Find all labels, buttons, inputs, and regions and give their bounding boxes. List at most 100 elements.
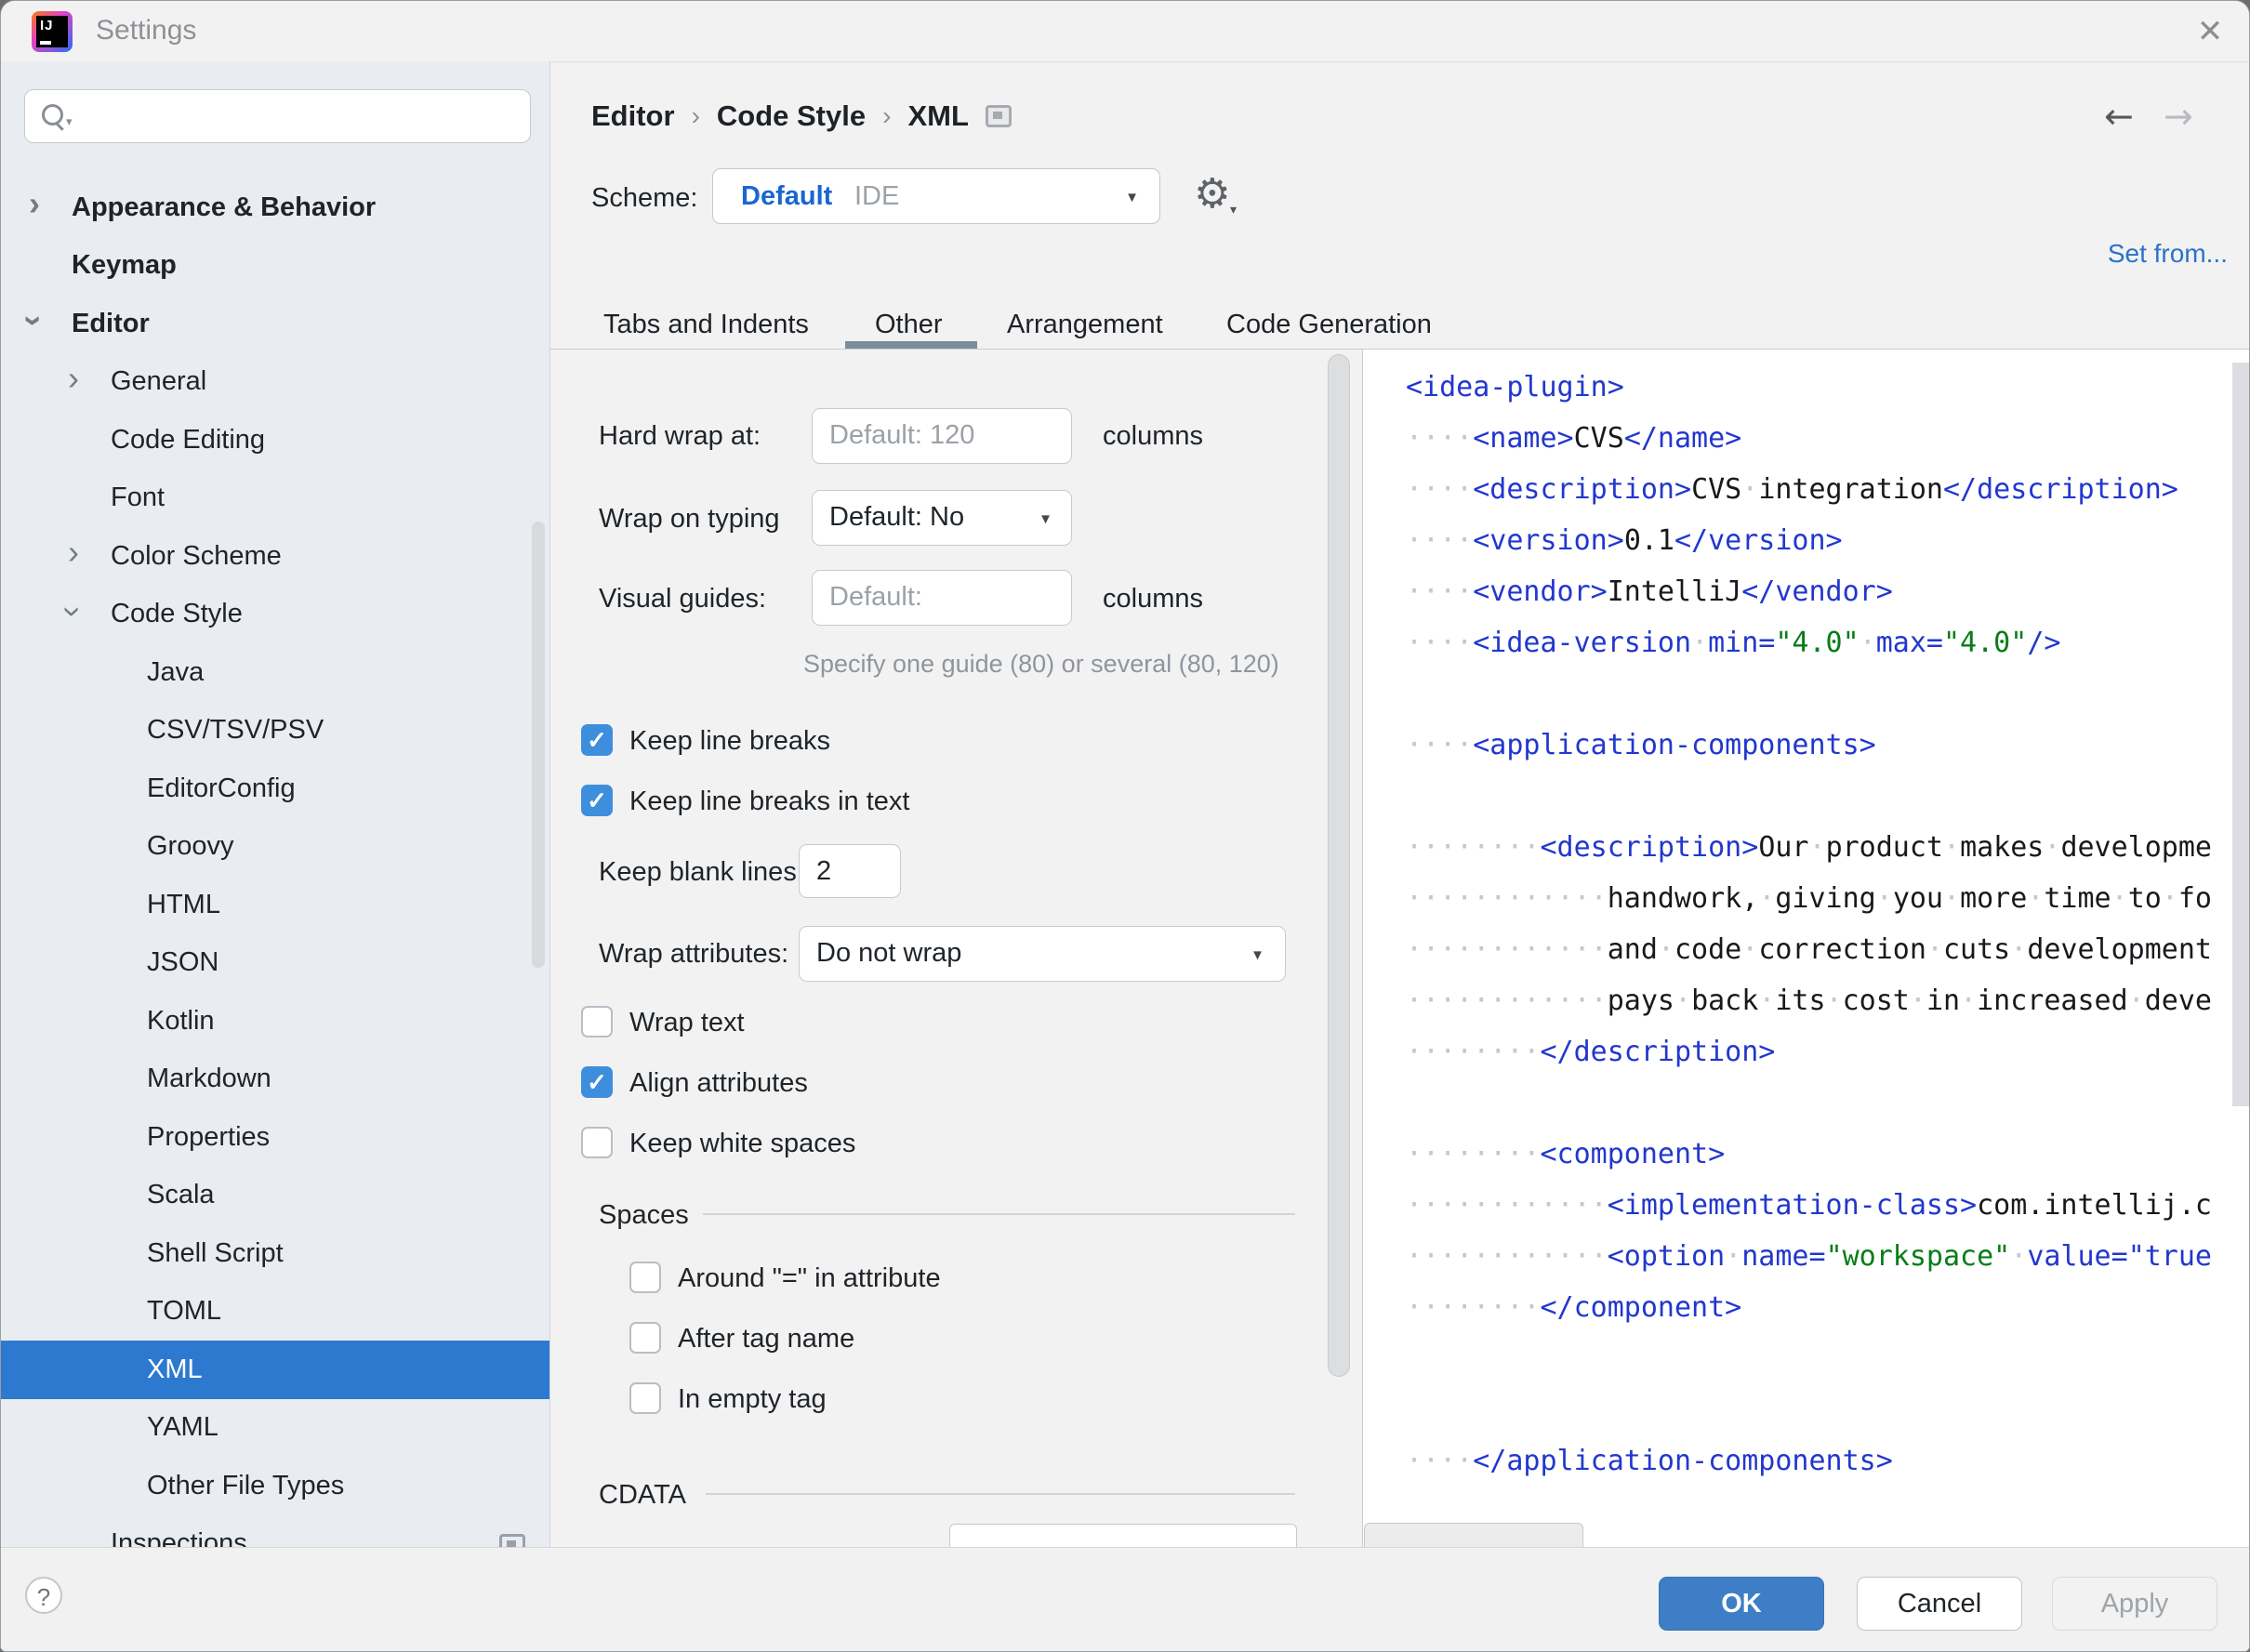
- breadcrumb-xml[interactable]: XML: [907, 99, 968, 133]
- cdata-partial-control[interactable]: [949, 1524, 1297, 1548]
- scheme-select[interactable]: Default IDE ▼: [712, 168, 1160, 224]
- app-icon: IJ: [32, 11, 73, 52]
- keep-blank-lines-label: Keep blank lines:: [599, 857, 804, 888]
- help-icon[interactable]: ?: [25, 1577, 62, 1614]
- keep-blank-lines-input[interactable]: 2: [799, 844, 901, 898]
- sidebar-item-other-file-types[interactable]: Other File Types: [1, 1457, 549, 1515]
- sidebar-item-scala[interactable]: Scala: [1, 1167, 549, 1225]
- visual-guides-input[interactable]: Default:: [812, 570, 1072, 626]
- tab-tabs-and-indents[interactable]: Tabs and Indents: [603, 310, 809, 340]
- sidebar-item-label: HTML: [147, 890, 220, 920]
- sidebar-scrollbar[interactable]: [532, 522, 545, 968]
- sidebar-item-label: Java: [147, 657, 204, 688]
- breadcrumb-code-style[interactable]: Code Style: [717, 99, 866, 133]
- sidebar-item-kotlin[interactable]: Kotlin: [1, 992, 549, 1051]
- breadcrumb-editor[interactable]: Editor: [591, 99, 675, 133]
- sidebar-item-label: YAML: [147, 1412, 218, 1443]
- sidebar-item-appearance-behavior[interactable]: › Appearance & Behavior: [1, 178, 549, 237]
- code-line: [1406, 1384, 2212, 1435]
- sidebar-item-toml[interactable]: TOML: [1, 1283, 549, 1341]
- tab-code-generation[interactable]: Code Generation: [1226, 310, 1432, 340]
- tab-arrangement[interactable]: Arrangement: [1007, 310, 1163, 340]
- tab-other[interactable]: Other: [875, 310, 943, 340]
- checkbox-unchecked-icon: [629, 1322, 661, 1354]
- code-line: ····<application-components>: [1406, 720, 2212, 771]
- sidebar-item-label: Markdown: [147, 1064, 271, 1094]
- code-preview-panel: <idea-plugin>····<name>CVS</name>····<de…: [1362, 350, 2250, 1547]
- sidebar-item-html[interactable]: HTML: [1, 876, 549, 934]
- panel-icon[interactable]: [986, 105, 1012, 127]
- cancel-button[interactable]: Cancel: [1857, 1577, 2022, 1631]
- sidebar-item-shell-script[interactable]: Shell Script: [1, 1224, 549, 1283]
- sidebar: ▾ › Appearance & Behavior Keymap › Editor ›Ge…: [1, 61, 550, 1547]
- sidebar-item-editorconfig[interactable]: EditorConfig: [1, 760, 549, 818]
- code-line: ········<component>: [1406, 1129, 2212, 1180]
- code-hscrollbar-thumb[interactable]: [1364, 1523, 1583, 1548]
- dialog-icon[interactable]: [499, 1534, 525, 1548]
- sidebar-item-json[interactable]: JSON: [1, 934, 549, 993]
- code-line: [1406, 771, 2212, 822]
- cdata-section-divider: [706, 1493, 1295, 1495]
- sidebar-item-csv-tsv-psv[interactable]: CSV/TSV/PSV: [1, 702, 549, 760]
- chevron-down-icon[interactable]: ›: [57, 606, 90, 617]
- sidebar-item-code-editing[interactable]: Code Editing: [1, 411, 549, 469]
- close-icon[interactable]: ✕: [2188, 10, 2232, 53]
- chevron-down-icon: ▼: [1125, 190, 1139, 205]
- sidebar-item-xml[interactable]: XML: [1, 1341, 549, 1399]
- chevron-right-icon[interactable]: ›: [29, 187, 40, 220]
- sidebar-item-markdown[interactable]: Markdown: [1, 1051, 549, 1109]
- sidebar-item-java[interactable]: Java: [1, 643, 549, 702]
- sidebar-item-general[interactable]: ›General: [1, 353, 549, 412]
- chevron-down-icon[interactable]: ›: [18, 315, 51, 326]
- sidebar-item-label: Scala: [147, 1180, 215, 1210]
- cdata-section-header: CDATA: [599, 1480, 686, 1511]
- back-arrow-icon[interactable]: ←: [2104, 96, 2134, 137]
- sidebar-item-label: Code Editing: [111, 425, 265, 456]
- spaces-section-header: Spaces: [599, 1200, 689, 1231]
- code-line: [1406, 1333, 2212, 1384]
- apply-button[interactable]: Apply: [2052, 1577, 2217, 1631]
- code-line: [1406, 668, 2212, 720]
- code-scrollbar[interactable]: [2232, 363, 2249, 1106]
- chevron-right-icon[interactable]: ›: [68, 362, 79, 395]
- sidebar-item-inspections[interactable]: Inspections: [1, 1515, 549, 1548]
- search-input[interactable]: ▾: [24, 89, 531, 143]
- wrap-on-typing-select[interactable]: Default: No ▼: [812, 490, 1072, 546]
- sidebar-item-label: Appearance & Behavior: [72, 192, 376, 223]
- sidebar-item-label: Shell Script: [147, 1238, 284, 1269]
- sidebar-item-editor[interactable]: › Editor: [1, 295, 549, 353]
- code-line: [1406, 1077, 2212, 1129]
- selected-tab-underline: [845, 341, 977, 349]
- sidebar-item-label: Kotlin: [147, 1006, 215, 1037]
- hard-wrap-input[interactable]: Default: 120: [812, 408, 1072, 464]
- breadcrumb: Editor › Code Style › XML: [591, 99, 1012, 133]
- sidebar-item-label: CSV/TSV/PSV: [147, 715, 324, 746]
- search-caret-icon: ▾: [66, 114, 73, 129]
- checkbox-checked-icon: ✓: [581, 1066, 613, 1098]
- visual-guides-suffix: columns: [1103, 584, 1203, 615]
- sidebar-item-groovy[interactable]: Groovy: [1, 818, 549, 877]
- forward-arrow-icon[interactable]: →: [2164, 96, 2193, 137]
- wrap-attributes-select[interactable]: Do not wrap ▼: [799, 926, 1286, 982]
- sidebar-item-label: Properties: [147, 1122, 270, 1153]
- sidebar-item-label: Editor: [72, 309, 150, 339]
- gear-icon[interactable]: ⚙: [1194, 170, 1230, 218]
- sidebar-item-yaml[interactable]: YAML: [1, 1399, 549, 1458]
- code-line: ············handwork,·giving·you·more·ti…: [1406, 873, 2212, 924]
- form-scrollbar[interactable]: [1328, 354, 1350, 1377]
- sidebar-item-color-scheme[interactable]: ›Color Scheme: [1, 527, 549, 586]
- checkbox-checked-icon: ✓: [581, 785, 613, 816]
- set-from-link[interactable]: Set from...: [2037, 239, 2228, 269]
- sidebar-item-properties[interactable]: Properties: [1, 1108, 549, 1167]
- sidebar-item-code-style[interactable]: ›Code Style: [1, 586, 549, 644]
- code-line: ····<idea-version·min="4.0"·max="4.0"/>: [1406, 617, 2212, 668]
- sidebar-tree: › Appearance & Behavior Keymap › Editor ›Gene…: [1, 178, 549, 1547]
- sidebar-item-keymap[interactable]: Keymap: [1, 237, 549, 296]
- checkbox-unchecked-icon: [581, 1127, 613, 1158]
- sidebar-item-font[interactable]: Font: [1, 469, 549, 528]
- checkbox-unchecked-icon: [581, 1006, 613, 1037]
- sidebar-item-label: Keymap: [72, 250, 177, 281]
- chevron-right-icon[interactable]: ›: [68, 535, 79, 569]
- visual-guides-label: Visual guides:: [599, 584, 766, 615]
- ok-button[interactable]: OK: [1659, 1577, 1824, 1631]
